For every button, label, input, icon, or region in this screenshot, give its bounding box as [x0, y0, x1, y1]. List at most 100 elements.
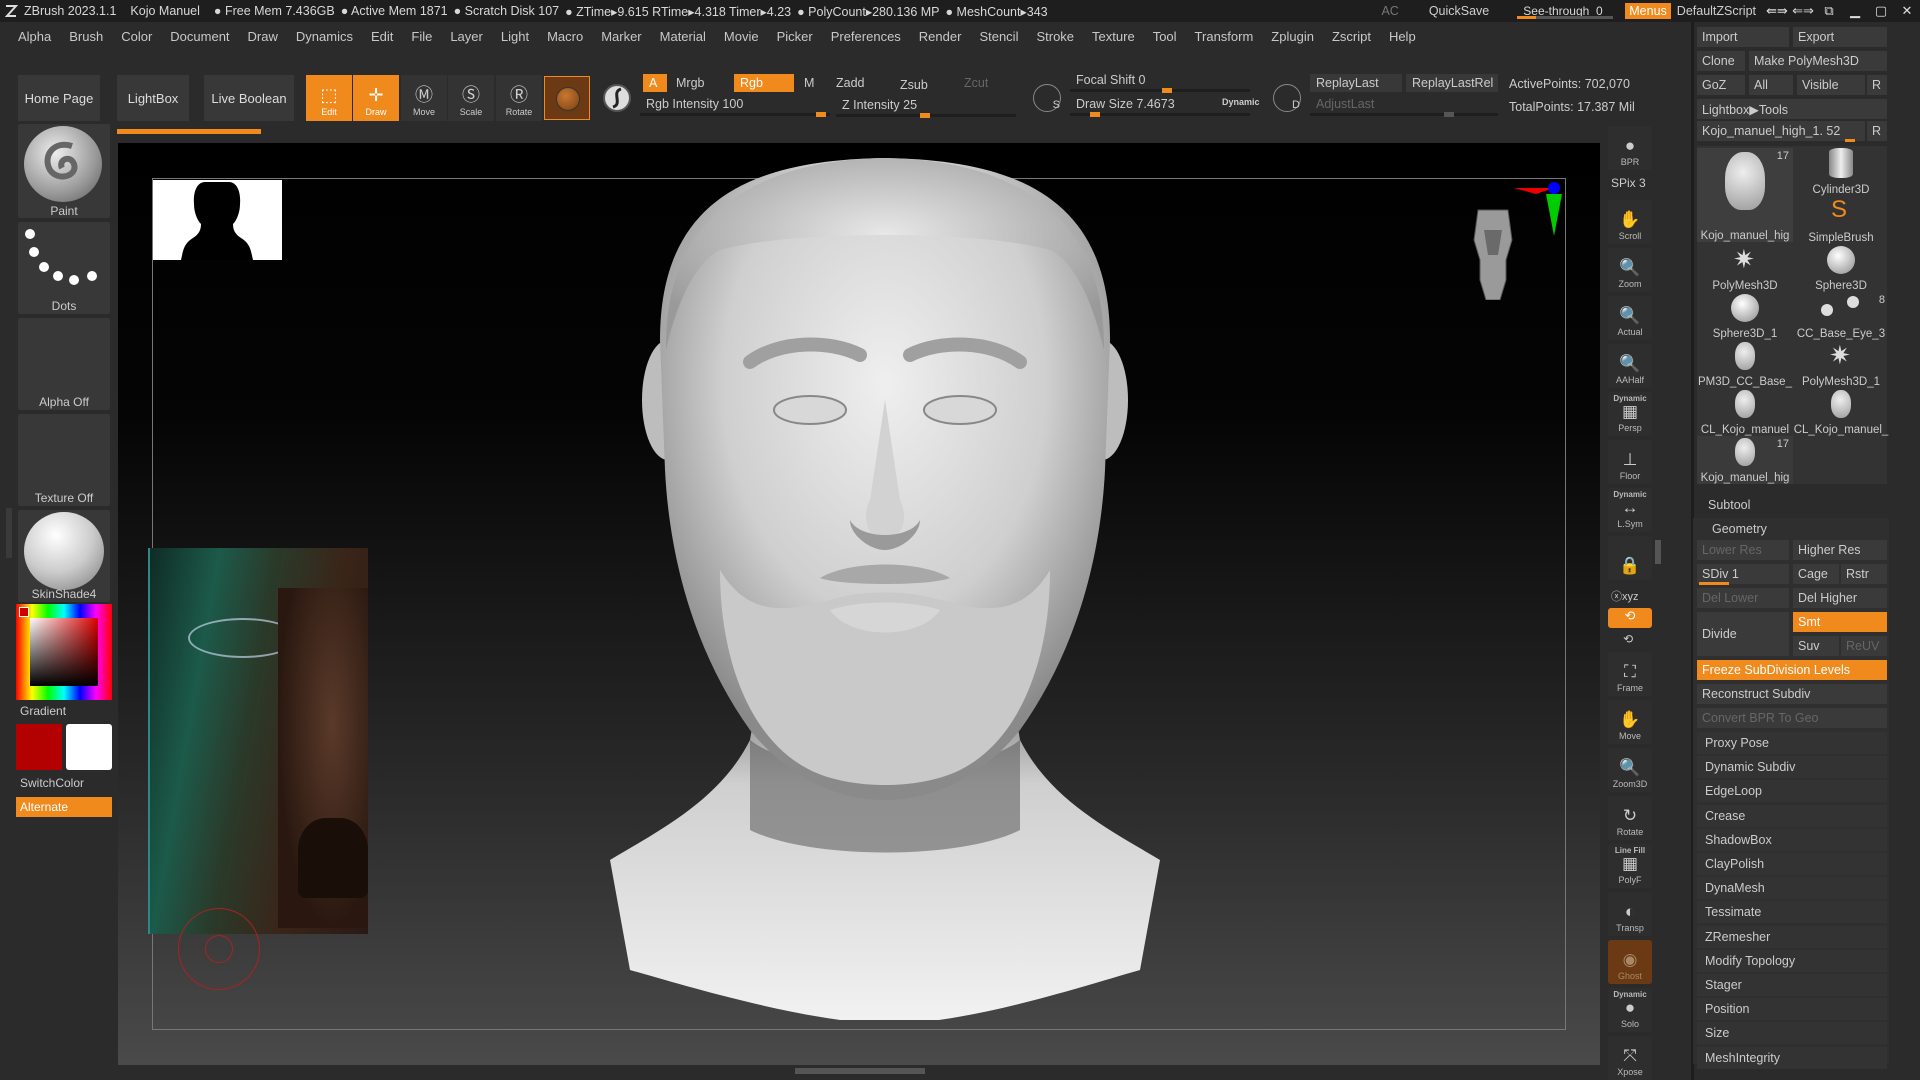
- dynamic-size-toggle[interactable]: Dynamic: [1222, 97, 1260, 107]
- menu-tool[interactable]: Tool: [1153, 29, 1177, 44]
- import-button[interactable]: Import: [1697, 27, 1789, 47]
- make-polymesh-button[interactable]: Make PolyMesh3D: [1749, 51, 1887, 71]
- default-zscript[interactable]: DefaultZScript: [1677, 4, 1756, 18]
- geo-stager[interactable]: Stager: [1697, 974, 1887, 996]
- close-icon[interactable]: ✕: [1894, 3, 1920, 19]
- menu-layer[interactable]: Layer: [450, 29, 483, 44]
- menu-help[interactable]: Help: [1389, 29, 1416, 44]
- rstr-button[interactable]: Rstr: [1841, 564, 1887, 584]
- geo-position[interactable]: Position: [1697, 998, 1887, 1021]
- quicksave-button[interactable]: QuickSave: [1429, 4, 1489, 18]
- live-boolean-button[interactable]: Live Boolean: [204, 75, 294, 121]
- menu-edit[interactable]: Edit: [371, 29, 393, 44]
- zsub-toggle[interactable]: Zsub: [894, 76, 954, 94]
- geometry-header[interactable]: Geometry: [1712, 522, 1767, 536]
- all-button[interactable]: All: [1749, 75, 1793, 95]
- horizontal-scrollbar[interactable]: [795, 1068, 925, 1074]
- persp-button[interactable]: Dynamic ▦ Persp: [1608, 392, 1652, 436]
- color-picker[interactable]: [16, 604, 112, 700]
- menu-texture[interactable]: Texture: [1092, 29, 1135, 44]
- geo-proxy-pose[interactable]: Proxy Pose: [1697, 732, 1887, 754]
- layout-arrows-icon[interactable]: ⇐⇒: [1790, 3, 1816, 19]
- sculptris-s-icon[interactable]: S: [1033, 84, 1061, 112]
- z-sym-button[interactable]: ⟲: [1623, 632, 1633, 646]
- lock-button[interactable]: 🔒: [1608, 536, 1652, 580]
- home-page-button[interactable]: Home Page: [18, 75, 100, 121]
- menu-alpha[interactable]: Alpha: [18, 29, 51, 44]
- clone-button[interactable]: Clone: [1697, 51, 1745, 71]
- frame-button[interactable]: ⛶ Frame: [1608, 652, 1652, 696]
- axis-gizmo[interactable]: [1506, 180, 1566, 240]
- zadd-toggle[interactable]: Zadd: [830, 74, 890, 92]
- suv-toggle[interactable]: Suv: [1793, 636, 1839, 656]
- a-toggle[interactable]: A: [643, 74, 667, 92]
- tool-thumb-polymesh3d-1[interactable]: ✷ PolyMesh3D_1: [1793, 340, 1889, 388]
- zcut-toggle[interactable]: Zcut: [958, 74, 1014, 92]
- xpose-button[interactable]: ⤧ Xpose: [1608, 1036, 1652, 1080]
- menu-stencil[interactable]: Stencil: [979, 29, 1018, 44]
- del-lower-button[interactable]: Del Lower: [1697, 588, 1789, 608]
- lazy-d-icon[interactable]: D: [1273, 84, 1301, 112]
- tool-thumb-cc-base-eye[interactable]: 8 CC_Base_Eye_3: [1793, 292, 1889, 340]
- menu-preferences[interactable]: Preferences: [831, 29, 901, 44]
- menu-stroke[interactable]: Stroke: [1036, 29, 1074, 44]
- geo-modify-topology[interactable]: Modify Topology: [1697, 949, 1887, 972]
- focal-shift-slider[interactable]: Focal Shift 0: [1070, 72, 1250, 93]
- geo-dynamesh[interactable]: DynaMesh: [1697, 877, 1887, 900]
- color-sv-square[interactable]: [30, 618, 98, 686]
- geo-zremesher[interactable]: ZRemesher: [1697, 925, 1887, 948]
- floor-button[interactable]: ⊥ Floor: [1608, 440, 1652, 484]
- rgb-toggle[interactable]: Rgb: [734, 74, 794, 92]
- m-toggle[interactable]: M: [798, 74, 822, 92]
- menu-picker[interactable]: Picker: [777, 29, 813, 44]
- material-button[interactable]: [544, 76, 590, 120]
- geo-edgeloop[interactable]: EdgeLoop: [1697, 780, 1887, 803]
- tool-thumb-cl-kojo-2[interactable]: CL_Kojo_manuel_: [1793, 388, 1889, 436]
- edit-button[interactable]: ⬚ Edit: [306, 75, 352, 121]
- geo-tessimate[interactable]: Tessimate: [1697, 901, 1887, 924]
- draw-button[interactable]: ✛ Draw: [353, 75, 399, 121]
- xyz-button[interactable]: ⓧxyz: [1611, 588, 1639, 604]
- menu-document[interactable]: Document: [170, 29, 229, 44]
- aahalf-button[interactable]: 🔍 AAHalf: [1608, 344, 1652, 388]
- secondary-color-swatch[interactable]: [66, 724, 112, 770]
- gradient-label[interactable]: Gradient: [20, 704, 66, 718]
- tool-thumb-sphere3d-1[interactable]: Sphere3D_1: [1697, 292, 1793, 340]
- lsym-button[interactable]: Dynamic ↔ L.Sym: [1608, 488, 1652, 532]
- see-through-slider[interactable]: See-through 0: [1517, 3, 1614, 19]
- scroll-button[interactable]: ✋ Scroll: [1608, 200, 1652, 244]
- menu-zplugin[interactable]: Zplugin: [1271, 29, 1314, 44]
- scale-button[interactable]: Ⓢ Scale: [448, 75, 494, 121]
- brush-stroke-button[interactable]: [597, 76, 637, 120]
- menu-brush[interactable]: Brush: [69, 29, 103, 44]
- visible-button[interactable]: Visible: [1797, 75, 1865, 95]
- move-button[interactable]: Ⓜ Move: [401, 75, 447, 121]
- tool-thumb-kojo[interactable]: 17 Kojo_manuel_hig: [1697, 148, 1793, 242]
- convert-bpr-button[interactable]: Convert BPR To Geo: [1697, 708, 1887, 728]
- lower-res-button[interactable]: Lower Res: [1697, 540, 1789, 560]
- r2-button[interactable]: R: [1867, 121, 1887, 141]
- menu-light[interactable]: Light: [501, 29, 529, 44]
- menu-file[interactable]: File: [411, 29, 432, 44]
- mrgb-toggle[interactable]: Mrgb: [670, 74, 730, 92]
- menu-transform[interactable]: Transform: [1195, 29, 1254, 44]
- geo-dynamic-subdiv[interactable]: Dynamic Subdiv: [1697, 756, 1887, 779]
- adjust-last-slider[interactable]: AdjustLast: [1310, 96, 1498, 117]
- maximize-icon[interactable]: ▢: [1868, 3, 1894, 19]
- layout-swap-icon[interactable]: ⇚⇛: [1764, 3, 1790, 19]
- tool-thumb-cl-kojo[interactable]: CL_Kojo_manuel: [1697, 388, 1793, 436]
- divide-button[interactable]: Divide: [1697, 612, 1789, 656]
- rotate-button[interactable]: Ⓡ Rotate: [496, 75, 542, 121]
- alternate-button[interactable]: Alternate: [16, 797, 112, 817]
- silhouette-thumbnail[interactable]: [153, 180, 282, 260]
- geo-shadowbox[interactable]: ShadowBox: [1697, 828, 1887, 851]
- current-tool-slider[interactable]: Kojo_manuel_high_1. 52: [1697, 121, 1865, 141]
- menu-dynamics[interactable]: Dynamics: [296, 29, 353, 44]
- transp-button[interactable]: ◐ Transp: [1608, 892, 1652, 936]
- smt-toggle[interactable]: Smt: [1793, 612, 1887, 632]
- r-button[interactable]: R: [1867, 75, 1887, 95]
- reference-image[interactable]: [148, 548, 368, 934]
- primary-color-swatch[interactable]: [16, 724, 62, 770]
- actual-button[interactable]: 🔍 Actual: [1608, 296, 1652, 340]
- geo-size[interactable]: Size: [1697, 1022, 1887, 1045]
